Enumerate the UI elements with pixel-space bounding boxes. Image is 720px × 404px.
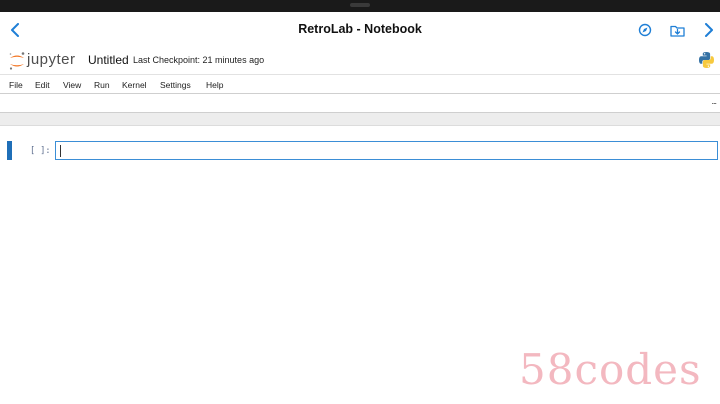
menu-help[interactable]: Help [206, 80, 223, 90]
notebook-header: jupyter Untitled Last Checkpoint: 21 min… [0, 48, 720, 74]
download-button[interactable] [668, 21, 686, 39]
window-title: RetroLab - Notebook [298, 22, 422, 36]
chevron-right-icon [705, 23, 713, 37]
notebook-toolbar: ... [0, 94, 720, 113]
text-cursor [60, 145, 61, 157]
system-status-strip [0, 0, 720, 12]
folder-download-icon [669, 25, 685, 37]
jupyter-logo-text: jupyter [27, 51, 76, 68]
watermark: 58codes [519, 345, 702, 394]
code-cell[interactable]: [ ]: [0, 138, 720, 162]
menu-edit[interactable]: Edit [35, 80, 50, 90]
last-checkpoint: Last Checkpoint: 21 minutes ago [133, 55, 265, 65]
camera-notch [350, 3, 370, 7]
input-prompt: [ ]: [30, 146, 51, 156]
forward-button[interactable] [700, 21, 718, 39]
jupyter-logo-icon[interactable] [8, 51, 26, 71]
menu-view[interactable]: View [63, 80, 81, 90]
cell-collapser[interactable] [7, 141, 12, 160]
compass-button[interactable] [636, 21, 654, 39]
notebook-name[interactable]: Untitled [88, 53, 129, 67]
menu-run[interactable]: Run [94, 80, 110, 90]
compass-icon [638, 23, 652, 37]
menu-kernel[interactable]: Kernel [122, 80, 147, 90]
menu-settings[interactable]: Settings [160, 80, 191, 90]
toolbar-separator [0, 113, 720, 126]
menu-file[interactable]: File [9, 80, 23, 90]
navigation-bar: RetroLab - Notebook [0, 12, 720, 48]
menu-bar: File Edit View Run Kernel Settings Help [0, 74, 720, 94]
toolbar-more-button[interactable]: ... [711, 96, 716, 106]
python-kernel-icon [699, 52, 714, 68]
cell-editor[interactable] [55, 141, 718, 160]
